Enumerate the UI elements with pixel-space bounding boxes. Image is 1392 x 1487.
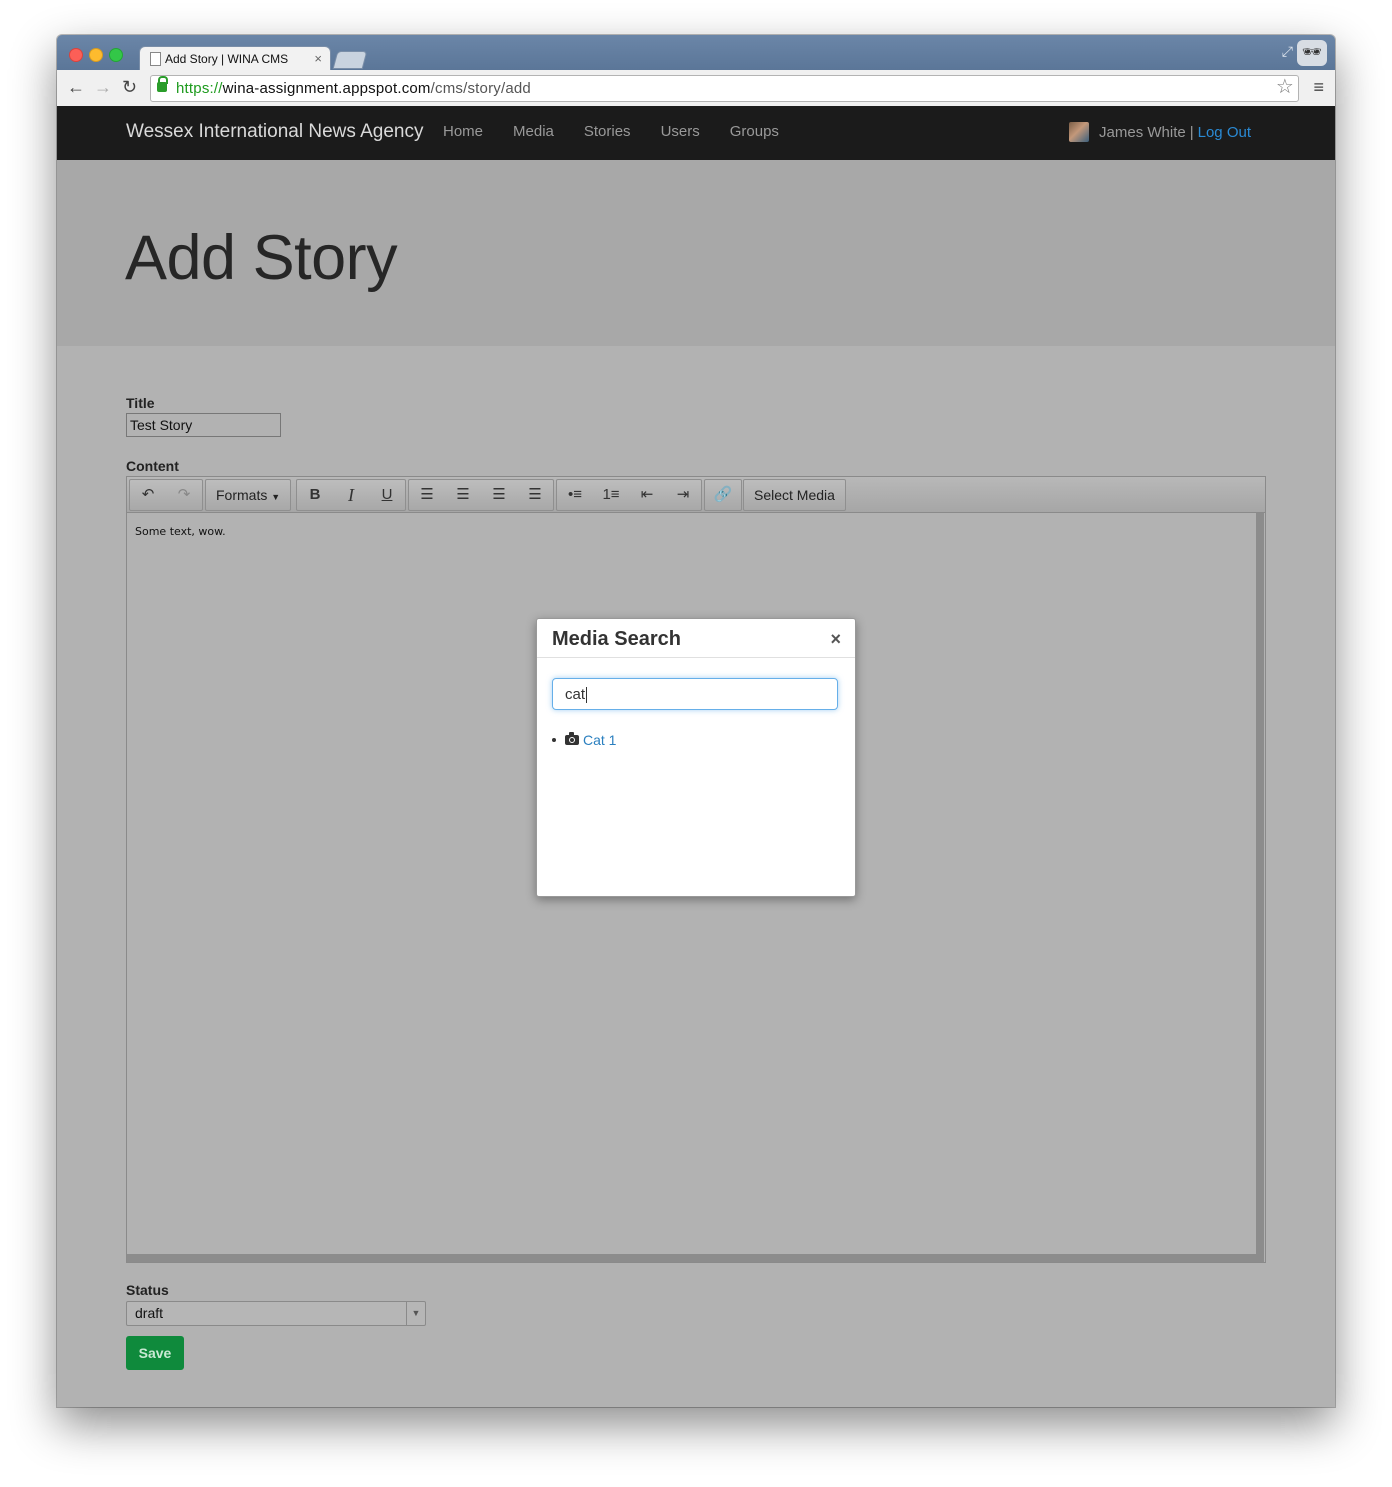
outdent-icon[interactable]: ⇤ [629, 480, 665, 510]
align-left-icon[interactable]: ☰ [409, 480, 445, 510]
media-search-input[interactable]: cat [552, 678, 838, 710]
status-select[interactable]: draft ▼ [126, 1301, 426, 1326]
history-group: ↶ ↷ [129, 479, 203, 511]
formats-dropdown[interactable]: Formats ▼ [206, 480, 290, 510]
nav-media[interactable]: Media [513, 123, 554, 140]
editor-toolbar: ↶ ↷ Formats ▼ B I U ☰ ☰ ☰ ☰ •≡ 1≡ ⇤ ⇥ 🔗 … [127, 477, 1265, 513]
save-button[interactable]: Save [126, 1336, 184, 1370]
list-item: Cat 1 [552, 732, 616, 748]
bullet [552, 738, 556, 742]
bookmark-star-icon[interactable]: ☆ [1276, 75, 1294, 100]
link-icon[interactable]: 🔗 [705, 480, 741, 510]
browser-titlebar: Add Story | WINA CMS × ⤢ 🕶 [57, 35, 1335, 71]
title-label: Title [126, 395, 155, 411]
browser-toolbar: ← → ↻ https://wina-assignment.appspot.co… [57, 70, 1335, 107]
lock-icon [157, 76, 168, 92]
align-justify-icon[interactable]: ☰ [517, 480, 553, 510]
underline-icon[interactable]: U [369, 480, 405, 510]
reload-icon[interactable]: ↻ [122, 77, 137, 98]
separator: | [1189, 123, 1194, 141]
tab-close-icon[interactable]: × [314, 47, 322, 71]
redo-icon[interactable]: ↷ [166, 480, 202, 510]
address-bar[interactable]: https://wina-assignment.appspot.com/cms/… [150, 75, 1299, 102]
align-center-icon[interactable]: ☰ [445, 480, 481, 510]
align-right-icon[interactable]: ☰ [481, 480, 517, 510]
list-group: •≡ 1≡ ⇤ ⇥ [556, 479, 702, 511]
tab-title: Add Story | WINA CMS [165, 52, 289, 66]
media-result-link[interactable]: Cat 1 [583, 732, 616, 748]
editor-content[interactable]: Some text, wow. [135, 525, 226, 538]
chrome-menu-icon[interactable]: ≡ [1313, 77, 1324, 98]
new-tab-button[interactable] [332, 51, 368, 69]
chevron-down-icon: ▼ [406, 1302, 425, 1325]
text-cursor [586, 687, 588, 704]
text-style-group: B I U [296, 479, 406, 511]
avatar [1069, 122, 1090, 142]
title-input[interactable]: Test Story [126, 413, 281, 437]
bullet-list-icon[interactable]: •≡ [557, 480, 593, 510]
media-group: Select Media [743, 479, 846, 511]
close-icon[interactable]: × [830, 629, 841, 650]
nav-stories[interactable]: Stories [584, 123, 631, 140]
page-header: Add Story [57, 160, 1335, 346]
user-name: James White [1099, 123, 1186, 141]
camera-icon [565, 732, 579, 745]
link-group: 🔗 [704, 479, 742, 511]
fullscreen-icon[interactable]: ⤢ [1282, 43, 1293, 60]
url-text: https://wina-assignment.appspot.com/cms/… [176, 80, 531, 97]
search-results: Cat 1 [552, 732, 616, 748]
brand-link[interactable]: Wessex International News Agency [126, 121, 423, 143]
user-area: James White | Log Out [1069, 122, 1251, 142]
forward-icon[interactable]: → [94, 77, 112, 98]
status-value: draft [135, 1305, 164, 1321]
alignment-group: ☰ ☰ ☰ ☰ [408, 479, 554, 511]
media-search-modal: Media Search × cat Cat 1 [536, 618, 856, 897]
site-navbar: Wessex International News Agency Home Me… [57, 106, 1335, 160]
modal-header: Media Search × [537, 619, 855, 658]
bold-icon[interactable]: B [297, 480, 333, 510]
document-icon [150, 52, 161, 66]
minimize-window-button[interactable] [89, 48, 103, 62]
zoom-window-button[interactable] [109, 48, 123, 62]
undo-icon[interactable]: ↶ [130, 480, 166, 510]
numbered-list-icon[interactable]: 1≡ [593, 480, 629, 510]
chevron-down-icon: ▼ [271, 492, 281, 502]
formats-group: Formats ▼ [205, 479, 292, 511]
nav-users[interactable]: Users [661, 123, 700, 140]
content-label: Content [126, 458, 179, 474]
page-title: Add Story [125, 223, 398, 293]
browser-window: Add Story | WINA CMS × ⤢ 🕶 ← → ↻ https:/… [57, 35, 1335, 1407]
indent-icon[interactable]: ⇥ [665, 480, 701, 510]
incognito-icon: 🕶 [1297, 40, 1327, 66]
logout-link[interactable]: Log Out [1198, 124, 1251, 141]
select-media-button[interactable]: Select Media [744, 480, 845, 510]
nav-groups[interactable]: Groups [730, 123, 779, 140]
close-window-button[interactable] [69, 48, 83, 62]
browser-tab[interactable]: Add Story | WINA CMS × [139, 46, 331, 71]
nav-home[interactable]: Home [443, 123, 483, 140]
modal-title: Media Search [552, 628, 681, 650]
nav-links: Home Media Stories Users Groups [443, 123, 809, 140]
back-icon[interactable]: ← [67, 77, 85, 98]
status-label: Status [126, 1282, 169, 1298]
italic-icon[interactable]: I [333, 480, 369, 510]
